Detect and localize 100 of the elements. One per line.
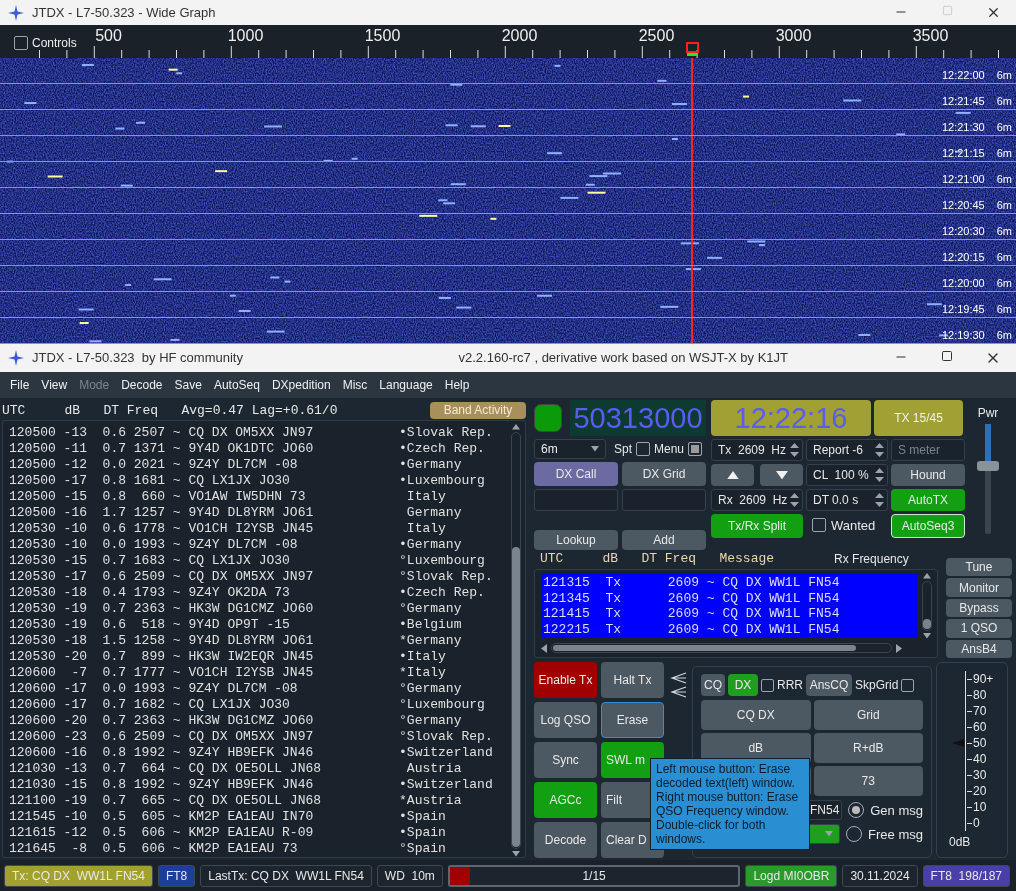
hound-button[interactable]: Hound — [891, 464, 965, 486]
action-button[interactable]: Halt Tx — [601, 662, 664, 698]
progress-label: 1/15 — [582, 868, 606, 883]
scroll-left-icon[interactable] — [541, 643, 547, 653]
cl-spinbox[interactable]: CL 100 % — [806, 464, 888, 486]
time-label: 12:20:30 — [941, 225, 985, 237]
tx-down-button[interactable] — [760, 464, 803, 486]
ans-cq-button[interactable]: AnsCQ — [806, 674, 852, 696]
decode-line: 120500 -13 0.6 2507 ~ CQ DX OM5XX JN97 — [9, 424, 315, 440]
toggle-button[interactable]: CQ — [701, 674, 725, 696]
scroll-right-icon[interactable] — [896, 643, 902, 653]
slider-track[interactable] — [985, 424, 991, 534]
dial-frequency: 50313000 — [570, 400, 706, 436]
decode-line: 121545 -10 0.5 605 ~ KM2P EA1EAU IN70 — [9, 808, 315, 824]
country-label: °Germany — [399, 600, 462, 616]
spin-arrows-icon[interactable] — [790, 491, 799, 509]
scroll-down-icon[interactable] — [512, 851, 520, 857]
dt-spinbox[interactable]: DT 0.0 s — [806, 489, 888, 511]
add-button[interactable]: Add — [622, 530, 706, 550]
action-button[interactable]: Enable Tx — [534, 662, 597, 698]
tx-period-label: TX 15/45 — [874, 400, 963, 436]
action-button[interactable]: Decode — [534, 822, 597, 858]
menu-item[interactable]: AutoSeq — [207, 378, 266, 392]
decode-line: 120530 -10 0.0 1993 ~ 9Z4Y DL7CM -08 — [9, 536, 299, 552]
spot-checkbox[interactable] — [636, 442, 650, 456]
side-button[interactable]: Bypass — [946, 598, 1012, 618]
slider-thumb[interactable] — [977, 460, 999, 471]
side-button[interactable]: 1 QSO — [946, 619, 1012, 638]
time-label: 12:21:15 — [941, 147, 985, 159]
menu-item[interactable]: DXpedition — [265, 378, 337, 392]
dx-call-button[interactable]: DX Call — [534, 462, 618, 486]
spin-arrows-icon[interactable] — [875, 491, 884, 509]
message-button[interactable]: CQ DX — [701, 700, 811, 730]
decode-line: 120530 -20 0.7 899 ~ HK3W IW2EQR JN45 — [9, 648, 315, 664]
decode-line: 120530 -19 0.7 2363 ~ HK3W DG1CMZ JO60 — [9, 600, 315, 616]
action-button[interactable]: Erase — [601, 702, 664, 738]
wanted-checkbox[interactable] — [812, 518, 826, 532]
menu-checkbox[interactable] — [688, 442, 703, 456]
band-combo[interactable]: 6m — [534, 439, 606, 459]
menu-item[interactable]: Save — [168, 378, 208, 392]
scroll-up-icon[interactable] — [512, 424, 520, 430]
maximize-icon[interactable] — [941, 349, 953, 362]
decode-line: 120530 -15 0.7 1683 ~ CQ LX1JX JO30 — [9, 552, 291, 568]
s-meter-field[interactable]: S meter — [891, 439, 965, 461]
menu-item[interactable]: View — [35, 378, 74, 392]
rrr-checkbox[interactable] — [761, 678, 774, 692]
band-label: 6m — [996, 303, 1012, 315]
spin-arrows-icon[interactable] — [875, 441, 884, 459]
country-label: •Luxembourg — [399, 472, 485, 488]
menu-item[interactable]: Help — [438, 378, 476, 392]
country-label: °Germany — [399, 712, 462, 728]
country-label: Italy — [405, 520, 446, 536]
decode-line: 120500 -17 0.8 1681 ~ CQ LX1JX JO30 — [9, 472, 291, 488]
scrollbar-thumb[interactable] — [553, 645, 857, 651]
scale-label: 80 — [966, 687, 1007, 703]
side-button[interactable]: Monitor — [946, 578, 1012, 597]
menu-item[interactable]: Decode — [115, 378, 169, 392]
scroll-up-icon[interactable] — [923, 573, 931, 579]
dx-grid-field[interactable] — [622, 489, 706, 511]
column-header: UTC dB DT Freq Avg=0.47 Lag=+0.61/0 — [2, 402, 338, 418]
tx-up-button[interactable] — [711, 464, 754, 486]
country-label: •Germany — [399, 536, 462, 552]
menu-item[interactable]: Language — [373, 378, 439, 392]
message-button[interactable]: 73 — [813, 766, 923, 796]
side-button[interactable]: AnsB4 — [946, 639, 1012, 659]
message-button[interactable]: R+dB — [813, 733, 923, 763]
menu-item[interactable]: File — [4, 378, 36, 392]
lookup-button[interactable]: Lookup — [534, 530, 618, 550]
down-arrow-icon[interactable] — [775, 470, 788, 480]
rx-frequency-spinbox[interactable]: Rx 2609 Hz — [711, 489, 803, 511]
spin-arrows-icon[interactable] — [875, 466, 884, 484]
report-spinbox[interactable]: Report -6 — [806, 439, 888, 461]
radio-label: Free msg — [868, 826, 923, 842]
side-button[interactable]: Tune — [946, 558, 1012, 577]
power-label: Pwr — [977, 406, 999, 420]
skip-grid-checkbox[interactable] — [901, 678, 915, 692]
action-button[interactable]: Sync — [534, 742, 597, 778]
controls-checkbox[interactable]: Controls — [14, 36, 77, 50]
tx-frequency-spinbox[interactable]: Tx 2609 Hz — [711, 439, 803, 461]
status-item: FT8 198/187 — [922, 864, 1010, 887]
band-label: 6m — [996, 199, 1012, 211]
action-button[interactable]: Log QSO — [534, 702, 597, 738]
scrollbar-thumb[interactable] — [512, 547, 520, 848]
menu-item[interactable]: Misc — [336, 378, 374, 392]
scrollbar-thumb[interactable] — [923, 619, 931, 630]
up-arrow-icon[interactable] — [726, 470, 739, 480]
time-label: 12:21:30 — [941, 121, 985, 133]
country-label: •Germany — [399, 456, 462, 472]
dx-call-field[interactable] — [534, 489, 618, 511]
rx-message-line: 121345 Tx 2609 ~ CQ DX WW1L FN54 — [543, 590, 841, 606]
rx-message-line: 121315 Tx 2609 ~ CQ DX WW1L FN54 — [543, 575, 841, 591]
scroll-down-icon[interactable] — [923, 633, 931, 639]
dx-grid-button[interactable]: DX Grid — [622, 462, 706, 486]
spin-arrows-icon[interactable] — [790, 441, 799, 459]
message-button[interactable]: Grid — [813, 700, 923, 730]
decode-line: 120500 -11 0.7 1371 ~ 9Y4D OK1DTC JO60 — [9, 440, 315, 456]
decode-line: 120600 -17 0.7 1682 ~ CQ LX1JX JO30 — [9, 696, 291, 712]
rx-frequency-title: Rx Frequency — [834, 551, 909, 566]
column-header: UTC dB DT Freq Message — [540, 551, 775, 566]
dropdown-caret-icon[interactable] — [591, 446, 599, 452]
